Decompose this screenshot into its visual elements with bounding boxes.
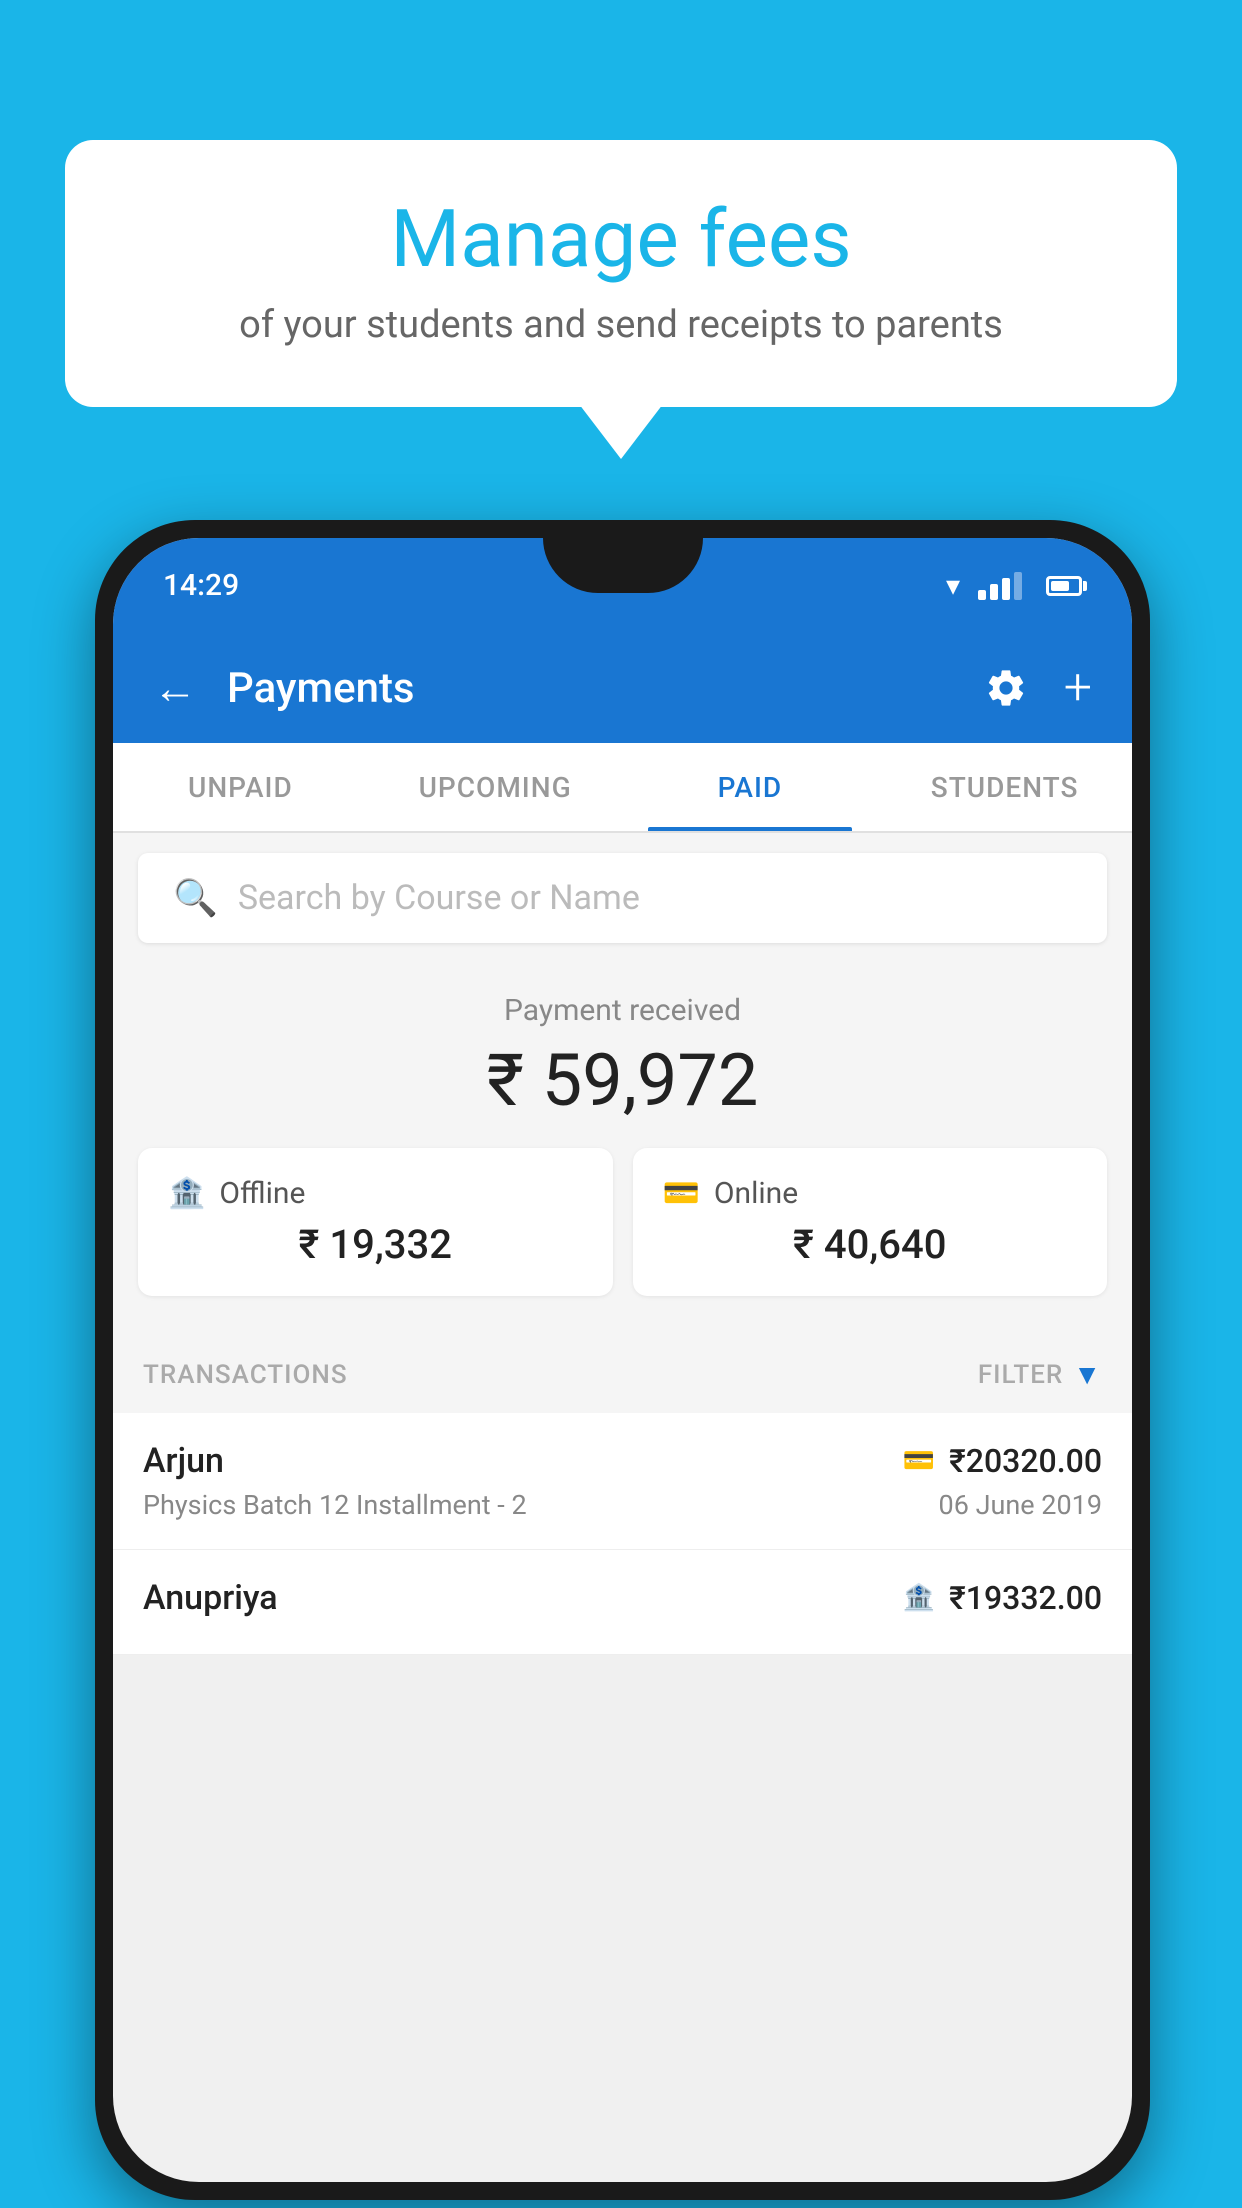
online-payment-card: 💳 Online ₹ 40,640 [633,1148,1108,1296]
offline-payment-card: 🏦 Offline ₹ 19,332 [138,1148,613,1296]
payment-total-amount: ₹ 59,972 [113,1038,1132,1123]
search-box[interactable]: 🔍 Search by Course or Name [138,853,1107,943]
transaction-top: Arjun 💳 ₹20320.00 [143,1441,1102,1481]
online-label: Online [714,1176,798,1211]
battery-fill [1051,581,1069,591]
online-icon: 💳 [663,1176,700,1211]
speech-bubble: Manage fees of your students and send re… [65,140,1177,407]
transaction-name: Arjun [143,1441,224,1481]
status-bar: 14:29 ▾ [113,538,1132,633]
payment-summary: Payment received ₹ 59,972 🏦 Offline ₹ 19… [113,963,1132,1336]
status-icons: ▾ [946,569,1082,602]
back-button[interactable]: ← [153,662,197,714]
wifi-icon: ▾ [946,569,960,602]
transaction-amount: ₹19332.00 [949,1579,1102,1617]
transaction-top: Anupriya 🏦 ₹19332.00 [143,1578,1102,1618]
transaction-bottom: Physics Batch 12 Installment - 2 06 June… [143,1489,1102,1521]
card-payment-icon: 💳 [903,1446,935,1476]
transactions-label: TRANSACTIONS [143,1360,348,1390]
app-bar-title: Payments [227,664,954,713]
speech-bubble-container: Manage fees of your students and send re… [65,140,1177,407]
search-input[interactable]: Search by Course or Name [238,878,640,918]
add-button[interactable]: + [1064,663,1092,713]
phone-frame: 14:29 ▾ ← Payments [95,520,1150,2200]
transaction-course: Physics Batch 12 Installment - 2 [143,1489,527,1521]
settings-icon[interactable] [984,666,1028,710]
search-icon: 🔍 [173,877,218,919]
transaction-row[interactable]: Arjun 💳 ₹20320.00 Physics Batch 12 Insta… [113,1413,1132,1550]
online-card-header: 💳 Online [663,1176,1078,1211]
signal-bar-2 [990,584,998,600]
transaction-date: 06 June 2019 [939,1489,1102,1521]
transaction-amount-container: 💳 ₹20320.00 [903,1442,1102,1480]
transactions-header: TRANSACTIONS FILTER ▼ [113,1336,1132,1413]
search-container: 🔍 Search by Course or Name [113,833,1132,963]
notch-cutout [543,538,703,593]
transaction-row[interactable]: Anupriya 🏦 ₹19332.00 [113,1550,1132,1655]
filter-label: FILTER [978,1360,1063,1390]
app-bar-actions: + [984,663,1092,713]
offline-payment-icon: 🏦 [903,1583,935,1613]
bubble-subtitle: of your students and send receipts to pa… [135,303,1107,347]
signal-bar-3 [1002,578,1010,600]
offline-card-header: 🏦 Offline [168,1176,583,1211]
tab-paid[interactable]: PAID [623,743,878,831]
signal-bar-1 [978,590,986,600]
tab-students[interactable]: STUDENTS [877,743,1132,831]
transaction-amount-container: 🏦 ₹19332.00 [903,1579,1102,1617]
payment-received-label: Payment received [113,993,1132,1028]
online-amount: ₹ 40,640 [663,1221,1078,1268]
payment-cards: 🏦 Offline ₹ 19,332 💳 Online ₹ 40,640 [113,1148,1132,1316]
offline-label: Offline [219,1176,305,1211]
tabs-bar: UNPAID UPCOMING PAID STUDENTS [113,743,1132,833]
app-bar: ← Payments + [113,633,1132,743]
signal-bars [978,572,1022,600]
offline-amount: ₹ 19,332 [168,1221,583,1268]
tab-unpaid[interactable]: UNPAID [113,743,368,831]
tab-upcoming[interactable]: UPCOMING [368,743,623,831]
transaction-name: Anupriya [143,1578,278,1618]
signal-bar-4 [1014,572,1022,600]
status-time: 14:29 [163,568,239,603]
offline-icon: 🏦 [168,1176,205,1211]
battery-icon [1046,576,1082,596]
phone-inner: 14:29 ▾ ← Payments [113,538,1132,2182]
bubble-title: Manage fees [135,195,1107,283]
filter-button[interactable]: FILTER ▼ [978,1358,1102,1391]
filter-icon: ▼ [1073,1358,1102,1391]
transaction-amount: ₹20320.00 [949,1442,1102,1480]
